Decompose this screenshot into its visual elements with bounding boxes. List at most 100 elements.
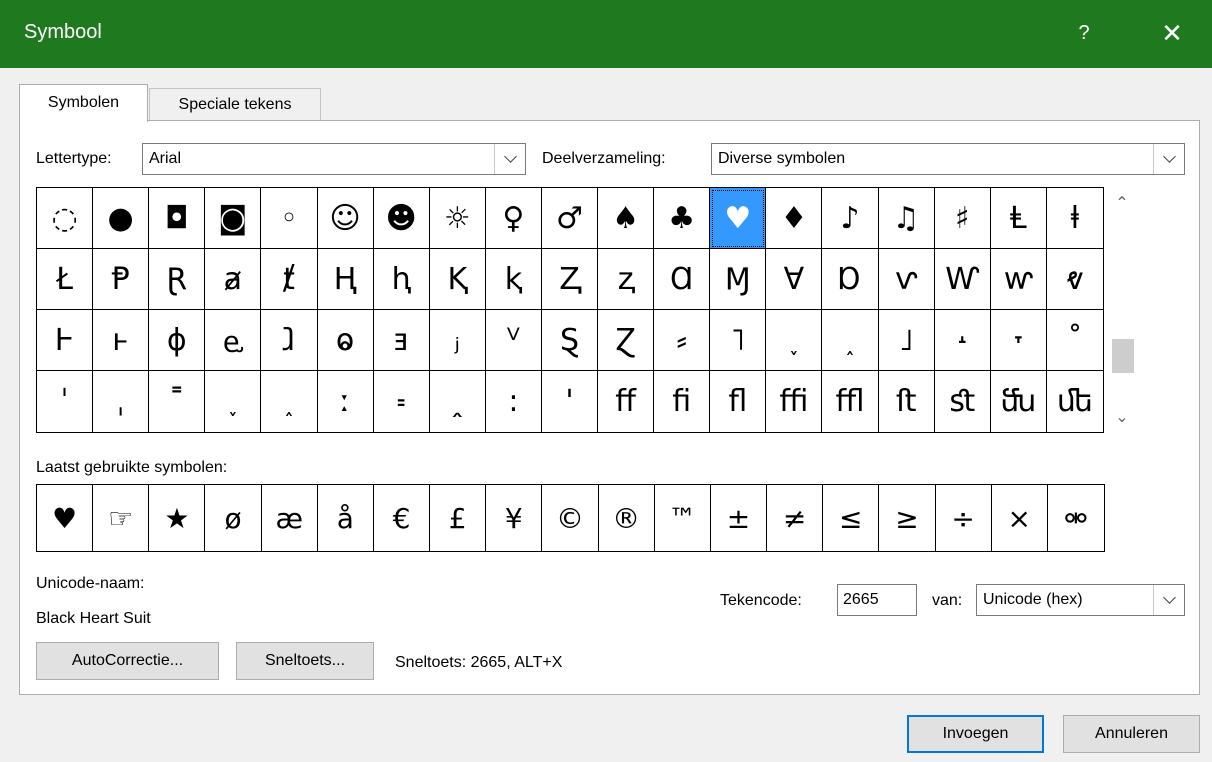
symbol-cell[interactable]: Ⱨ: [317, 249, 374, 310]
symbol-cell[interactable]: ⱼ: [429, 310, 486, 371]
symbol-cell[interactable]: ♀: [485, 188, 542, 249]
recent-symbol-cell[interactable]: ≠: [767, 485, 824, 551]
symbol-cell[interactable]: ⱥ: [205, 249, 262, 310]
recent-symbol-cell[interactable]: ¥: [486, 485, 543, 551]
symbol-cell[interactable]: ˯: [766, 310, 823, 371]
symbol-cell[interactable]: ˔: [934, 310, 991, 371]
help-button[interactable]: ?: [1064, 13, 1104, 53]
char-code-input[interactable]: 2665: [837, 584, 917, 616]
chevron-down-icon[interactable]: [1153, 585, 1184, 615]
symbol-cell[interactable]: Ɑ: [654, 249, 711, 310]
symbol-cell[interactable]: ⸗: [654, 310, 711, 371]
symbol-cell[interactable]: Ɱ: [710, 249, 767, 310]
symbol-cell[interactable]: ◦: [261, 188, 318, 249]
symbol-cell[interactable]: ◙: [205, 188, 262, 249]
symbol-cell[interactable]: ♫: [878, 188, 935, 249]
symbol-cell[interactable]: ⱶ: [93, 310, 150, 371]
symbol-cell[interactable]: Ɒ: [822, 249, 879, 310]
symbol-cell[interactable]: ˰: [261, 371, 318, 432]
recent-symbol-cell[interactable]: ×: [992, 485, 1048, 551]
recent-symbol-cell[interactable]: ≥: [879, 485, 936, 551]
symbol-cell[interactable]: ◘: [149, 188, 206, 249]
symbol-cell[interactable]: ♠: [598, 188, 655, 249]
tab-symbols[interactable]: Symbolen: [19, 84, 148, 122]
symbol-cell[interactable]: ☺: [317, 188, 374, 249]
recent-symbol-cell[interactable]: ♥: [37, 485, 94, 551]
cancel-button[interactable]: Annuleren: [1063, 715, 1200, 753]
symbol-cell[interactable]: ⱹ: [261, 310, 318, 371]
symbol-cell[interactable]: ˩: [878, 310, 935, 371]
symbol-cell[interactable]: ﬀ: [598, 371, 655, 432]
insert-button[interactable]: Invoegen: [907, 715, 1044, 753]
symbol-cell[interactable]: ˰: [822, 310, 879, 371]
symbol-cell[interactable]: Ȿ: [541, 310, 599, 371]
tab-special-characters[interactable]: Speciale tekens: [149, 88, 321, 120]
symbol-cell[interactable]: ♯: [934, 188, 991, 249]
symbol-cell[interactable]: ꞊: [374, 371, 430, 432]
chevron-down-icon[interactable]: [1153, 144, 1184, 174]
symbol-cell[interactable]: ●: [93, 188, 150, 249]
symbol-cell[interactable]: ⱴ: [1046, 249, 1103, 310]
symbol-cell[interactable]: Ɽ: [149, 249, 206, 310]
scroll-down-icon[interactable]: ⌄: [1106, 401, 1138, 433]
symbol-cell[interactable]: ˌ: [93, 371, 150, 432]
symbol-cell[interactable]: ﬅ: [879, 371, 935, 432]
from-select[interactable]: Unicode (hex): [976, 584, 1185, 616]
symbol-cell[interactable]: ˚: [1046, 310, 1103, 371]
symbol-cell[interactable]: ⱬ: [598, 249, 655, 310]
symbol-cell[interactable]: ♂: [541, 188, 599, 249]
symbol-cell[interactable]: Ᵽ: [93, 249, 150, 310]
font-select[interactable]: Arial: [142, 143, 526, 175]
symbol-cell[interactable]: ˕: [990, 310, 1047, 371]
recent-symbol-cell[interactable]: æ: [262, 485, 318, 551]
symbol-cell[interactable]: ꞈ: [430, 371, 486, 432]
symbol-cell[interactable]: Ⱡ: [990, 188, 1047, 249]
recent-symbol-cell[interactable]: ☞: [93, 485, 150, 551]
recent-symbol-cell[interactable]: ®: [599, 485, 655, 551]
symbol-cell[interactable]: ⱨ: [373, 249, 430, 310]
symbol-cell[interactable]: ☻: [373, 188, 430, 249]
recent-symbol-cell[interactable]: å: [318, 485, 374, 551]
symbol-cell[interactable]: ⱸ: [205, 310, 262, 371]
symbol-cell-selected[interactable]: ♥: [710, 188, 767, 249]
symbol-cell[interactable]: ﬔ: [1047, 371, 1103, 432]
symbol-cell[interactable]: ﬃ: [766, 371, 823, 432]
recent-symbol-cell[interactable]: ø: [205, 485, 262, 551]
symbol-cell[interactable]: ⱽ: [485, 310, 542, 371]
symbol-cell[interactable]: ⱺ: [317, 310, 374, 371]
symbol-cell[interactable]: ﬓ: [991, 371, 1047, 432]
recent-symbol-cell[interactable]: ★: [149, 485, 206, 551]
symbol-cell[interactable]: ﬄ: [822, 371, 879, 432]
symbol-cell[interactable]: ♪: [822, 188, 879, 249]
symbol-cell[interactable]: ꞌ: [542, 371, 599, 432]
symbol-cell[interactable]: ⱡ: [1046, 188, 1103, 249]
symbol-cell[interactable]: ﬆ: [935, 371, 991, 432]
symbol-cell[interactable]: ⱦ: [261, 249, 318, 310]
scroll-up-icon[interactable]: ⌃: [1106, 187, 1138, 219]
symbol-cell[interactable]: Ⱳ: [934, 249, 991, 310]
symbol-cell[interactable]: ⱱ: [878, 249, 935, 310]
subset-select[interactable]: Diverse symbolen: [711, 143, 1185, 175]
symbol-cell[interactable]: ˭: [149, 371, 206, 432]
scroll-thumb[interactable]: [1112, 339, 1134, 373]
recent-symbol-cell[interactable]: ©: [542, 485, 599, 551]
symbol-cell[interactable]: Ⱬ: [541, 249, 599, 310]
recent-symbol-cell[interactable]: ⚮: [1048, 485, 1104, 551]
symbol-cell[interactable]: Ł: [37, 249, 94, 310]
symbol-cell[interactable]: ꞉: [486, 371, 542, 432]
recent-symbol-cell[interactable]: ±: [711, 485, 768, 551]
symbol-cell[interactable]: ˈ: [37, 371, 94, 432]
symbol-grid-scrollbar[interactable]: ⌃ ⌄: [1106, 187, 1138, 433]
symbol-cell[interactable]: ɸ: [149, 310, 206, 371]
recent-symbol-cell[interactable]: ÷: [936, 485, 992, 551]
symbol-cell[interactable]: ⱳ: [990, 249, 1047, 310]
symbol-cell[interactable]: ♣: [654, 188, 711, 249]
symbol-cell[interactable]: Ⱪ: [429, 249, 486, 310]
symbol-cell[interactable]: ﬂ: [710, 371, 767, 432]
recent-symbol-cell[interactable]: £: [430, 485, 487, 551]
symbol-cell[interactable]: ◌: [37, 188, 94, 249]
symbol-cell[interactable]: ﬁ: [654, 371, 711, 432]
recent-symbol-cell[interactable]: ™: [655, 485, 711, 551]
autocorrect-button[interactable]: AutoCorrectie...: [36, 642, 219, 680]
symbol-cell[interactable]: Ɐ: [766, 249, 823, 310]
